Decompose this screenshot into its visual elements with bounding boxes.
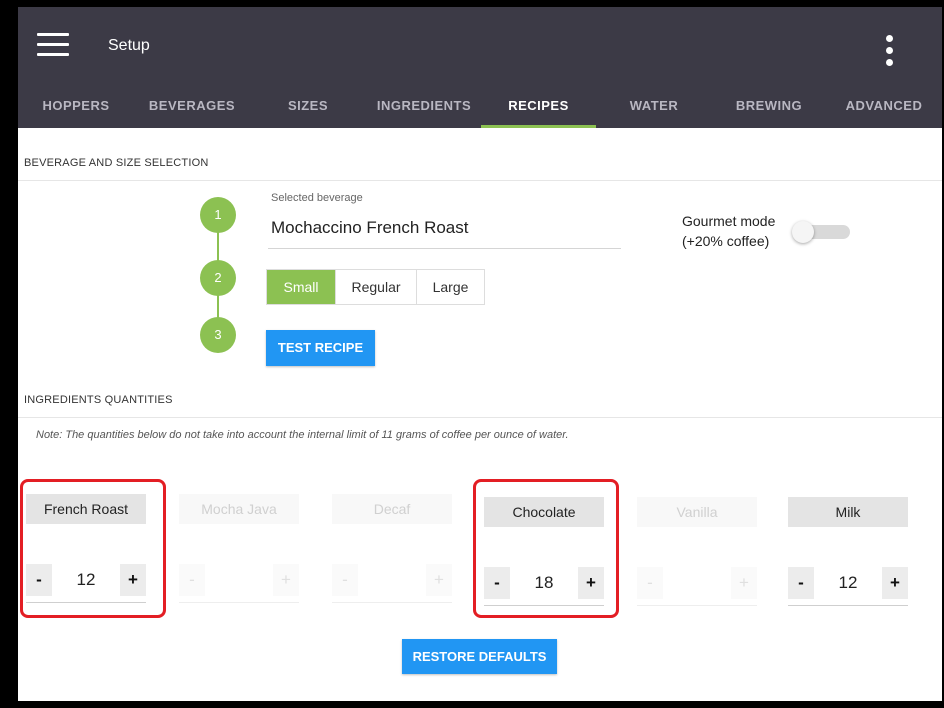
- quantity-stepper: - +: [179, 564, 299, 603]
- tab-water[interactable]: WATER: [596, 91, 712, 128]
- ingredient-name: Mocha Java: [179, 494, 299, 524]
- decrement-button: -: [179, 564, 205, 596]
- hamburger-menu-icon[interactable]: [37, 33, 69, 57]
- quantity-stepper: - 12 +: [788, 567, 908, 606]
- quantity-stepper: - +: [332, 564, 452, 603]
- selected-beverage-value[interactable]: Mochaccino French Roast: [271, 218, 468, 238]
- increment-button: +: [426, 564, 452, 596]
- step-3-badge: 3: [200, 317, 236, 353]
- size-small-button[interactable]: Small: [267, 270, 336, 304]
- gourmet-mode-label: Gourmet mode (+20% coffee): [682, 211, 775, 251]
- toggle-knob: [792, 221, 814, 243]
- tab-hoppers[interactable]: HOPPERS: [18, 91, 134, 128]
- more-vert-icon[interactable]: [880, 33, 900, 69]
- size-large-button[interactable]: Large: [417, 270, 484, 304]
- increment-button: +: [273, 564, 299, 596]
- tab-recipes[interactable]: RECIPES: [481, 91, 596, 128]
- highlight-box-chocolate: [473, 479, 619, 618]
- app-bar: Setup HOPPERS BEVERAGES SIZES INGREDIENT…: [18, 7, 942, 128]
- quantity-underline: [788, 605, 908, 606]
- quantity-value: [358, 564, 426, 596]
- selected-beverage-underline: [268, 248, 621, 249]
- ingredient-name: Decaf: [332, 494, 452, 524]
- app-title: Setup: [108, 37, 150, 54]
- size-selector: Small Regular Large: [266, 269, 485, 305]
- increment-button[interactable]: +: [882, 567, 908, 599]
- beverage-section-heading: BEVERAGE AND SIZE SELECTION: [24, 157, 209, 169]
- selected-beverage-label: Selected beverage: [271, 192, 363, 204]
- tab-brewing[interactable]: BREWING: [712, 91, 826, 128]
- quantity-value[interactable]: 12: [814, 567, 882, 599]
- quantity-underline: [332, 602, 452, 603]
- quantity-value: [663, 567, 731, 599]
- quantity-underline: [637, 605, 757, 606]
- ingredients-section-heading: INGREDIENTS QUANTITIES: [24, 394, 173, 406]
- quantity-value: [205, 564, 273, 596]
- gourmet-mode-subtitle: (+20% coffee): [682, 233, 770, 249]
- gourmet-mode-toggle[interactable]: [792, 221, 850, 243]
- tab-advanced[interactable]: ADVANCED: [826, 91, 942, 128]
- decrement-button: -: [332, 564, 358, 596]
- restore-defaults-button[interactable]: RESTORE DEFAULTS: [402, 639, 557, 674]
- size-regular-button[interactable]: Regular: [336, 270, 417, 304]
- gourmet-mode-title: Gourmet mode: [682, 213, 776, 229]
- decrement-button[interactable]: -: [788, 567, 814, 599]
- test-recipe-button[interactable]: TEST RECIPE: [266, 330, 375, 366]
- ingredient-name: Milk: [788, 497, 908, 527]
- step-1-badge: 1: [200, 197, 236, 233]
- quantities-note: Note: The quantities below do not take i…: [36, 429, 569, 441]
- highlight-box-french-roast: [20, 479, 166, 618]
- tab-ingredients[interactable]: INGREDIENTS: [366, 91, 482, 128]
- tab-sizes[interactable]: SIZES: [250, 91, 366, 128]
- ingredient-name: Vanilla: [637, 497, 757, 527]
- section-divider: [18, 180, 942, 181]
- quantity-stepper: - +: [637, 567, 757, 606]
- tab-bar: HOPPERS BEVERAGES SIZES INGREDIENTS RECI…: [18, 91, 942, 128]
- section-divider: [18, 417, 942, 418]
- decrement-button: -: [637, 567, 663, 599]
- increment-button: +: [731, 567, 757, 599]
- tab-beverages[interactable]: BEVERAGES: [134, 91, 250, 128]
- step-2-badge: 2: [200, 260, 236, 296]
- setup-screen: Setup HOPPERS BEVERAGES SIZES INGREDIENT…: [18, 7, 942, 701]
- quantity-underline: [179, 602, 299, 603]
